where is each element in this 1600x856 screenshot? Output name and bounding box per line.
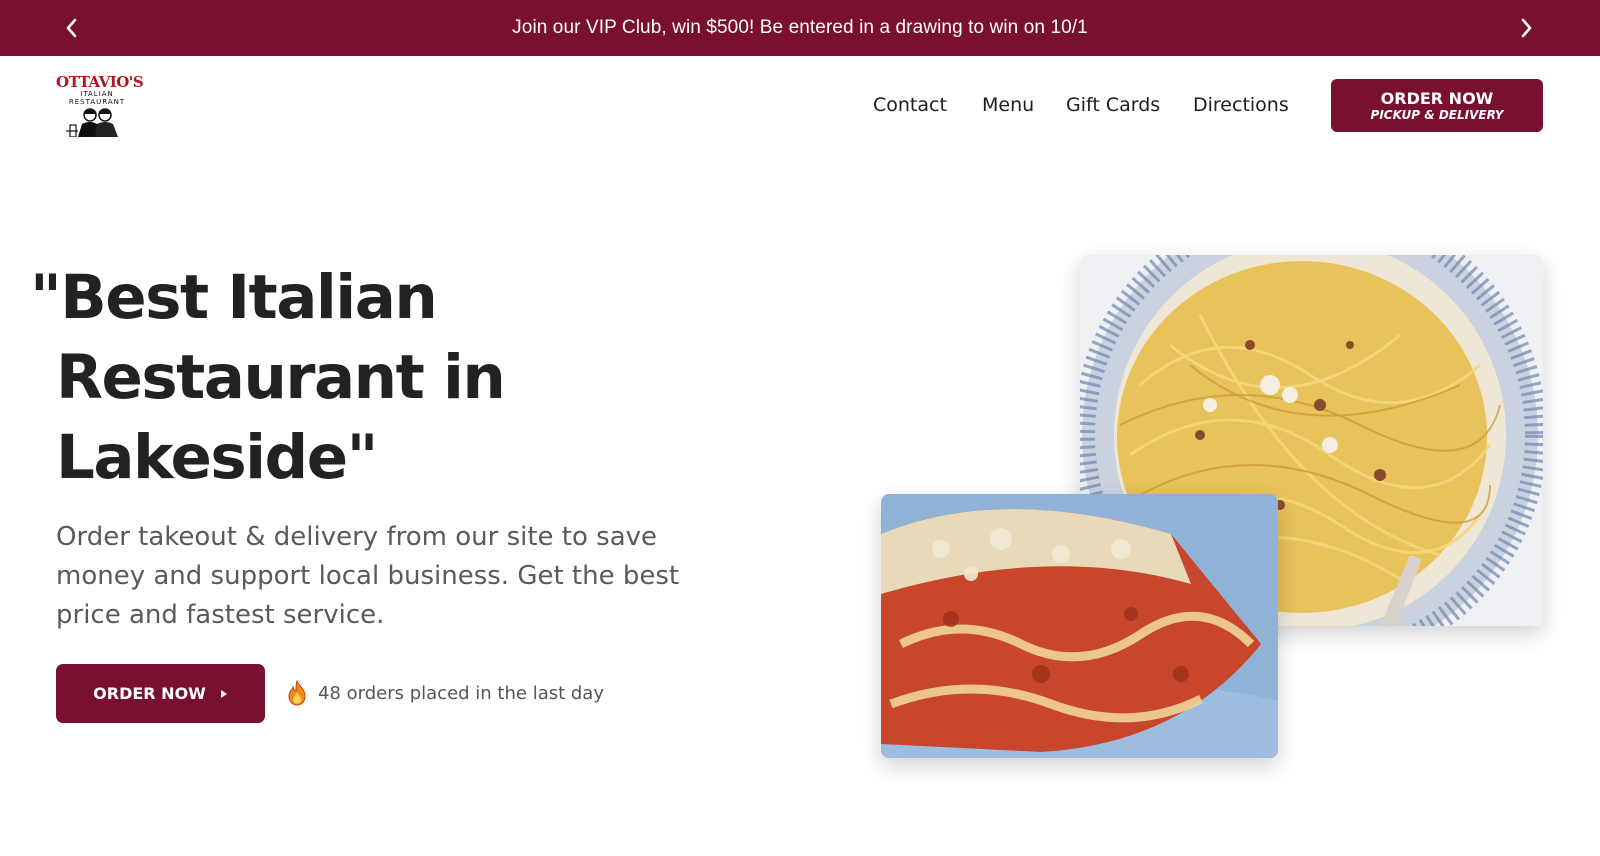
order-now-header-label: ORDER NOW	[1380, 89, 1494, 108]
hero-title-line-1: "Best Italian	[30, 262, 438, 333]
order-now-header-sublabel: PICKUP & DELIVERY	[1370, 108, 1504, 122]
order-now-header-button[interactable]: ORDER NOW PICKUP & DELIVERY	[1331, 79, 1543, 132]
fire-icon	[288, 680, 306, 706]
site-header: OTTAVIO'S ITALIAN RESTAURANT Contact Men…	[0, 56, 1600, 156]
hero-title: "Best Italian Restaurant in Lakeside"	[30, 258, 590, 498]
hero-title-line-3: Lakeside"	[56, 422, 378, 493]
chevron-left-icon	[66, 18, 77, 38]
logo-title: OTTAVIO'S	[56, 73, 144, 91]
nav-link-contact[interactable]: Contact	[873, 94, 947, 116]
logo-subtitle-1: ITALIAN	[80, 90, 114, 98]
chef-duo-logo-art	[66, 108, 118, 137]
announcement-next-button[interactable]	[1512, 14, 1540, 42]
hero-title-line-2: Restaurant in	[56, 342, 506, 413]
order-now-hero-button[interactable]: ORDER NOW	[56, 664, 265, 723]
logo-subtitle-2: RESTAURANT	[68, 98, 126, 106]
orders-stat: 48 orders placed in the last day	[286, 680, 604, 706]
caret-right-icon	[220, 689, 227, 698]
restaurant-logo[interactable]: OTTAVIO'S ITALIAN RESTAURANT	[56, 73, 144, 137]
order-now-hero-label: ORDER NOW	[93, 684, 206, 703]
chevron-right-icon	[1521, 18, 1532, 38]
hero-description: Order takeout & delivery from our site t…	[56, 522, 680, 630]
announcement-bar: Join our VIP Club, win $500! Be entered …	[0, 0, 1600, 56]
announcement-text[interactable]: Join our VIP Club, win $500! Be entered …	[512, 17, 1088, 39]
orders-stat-text: 48 orders placed in the last day	[318, 682, 604, 704]
announcement-prev-button[interactable]	[58, 14, 86, 42]
lasagna-photo	[881, 494, 1278, 758]
nav-link-directions[interactable]: Directions	[1193, 94, 1289, 116]
nav-link-menu[interactable]: Menu	[982, 94, 1034, 116]
nav-link-gift-cards[interactable]: Gift Cards	[1066, 94, 1160, 116]
